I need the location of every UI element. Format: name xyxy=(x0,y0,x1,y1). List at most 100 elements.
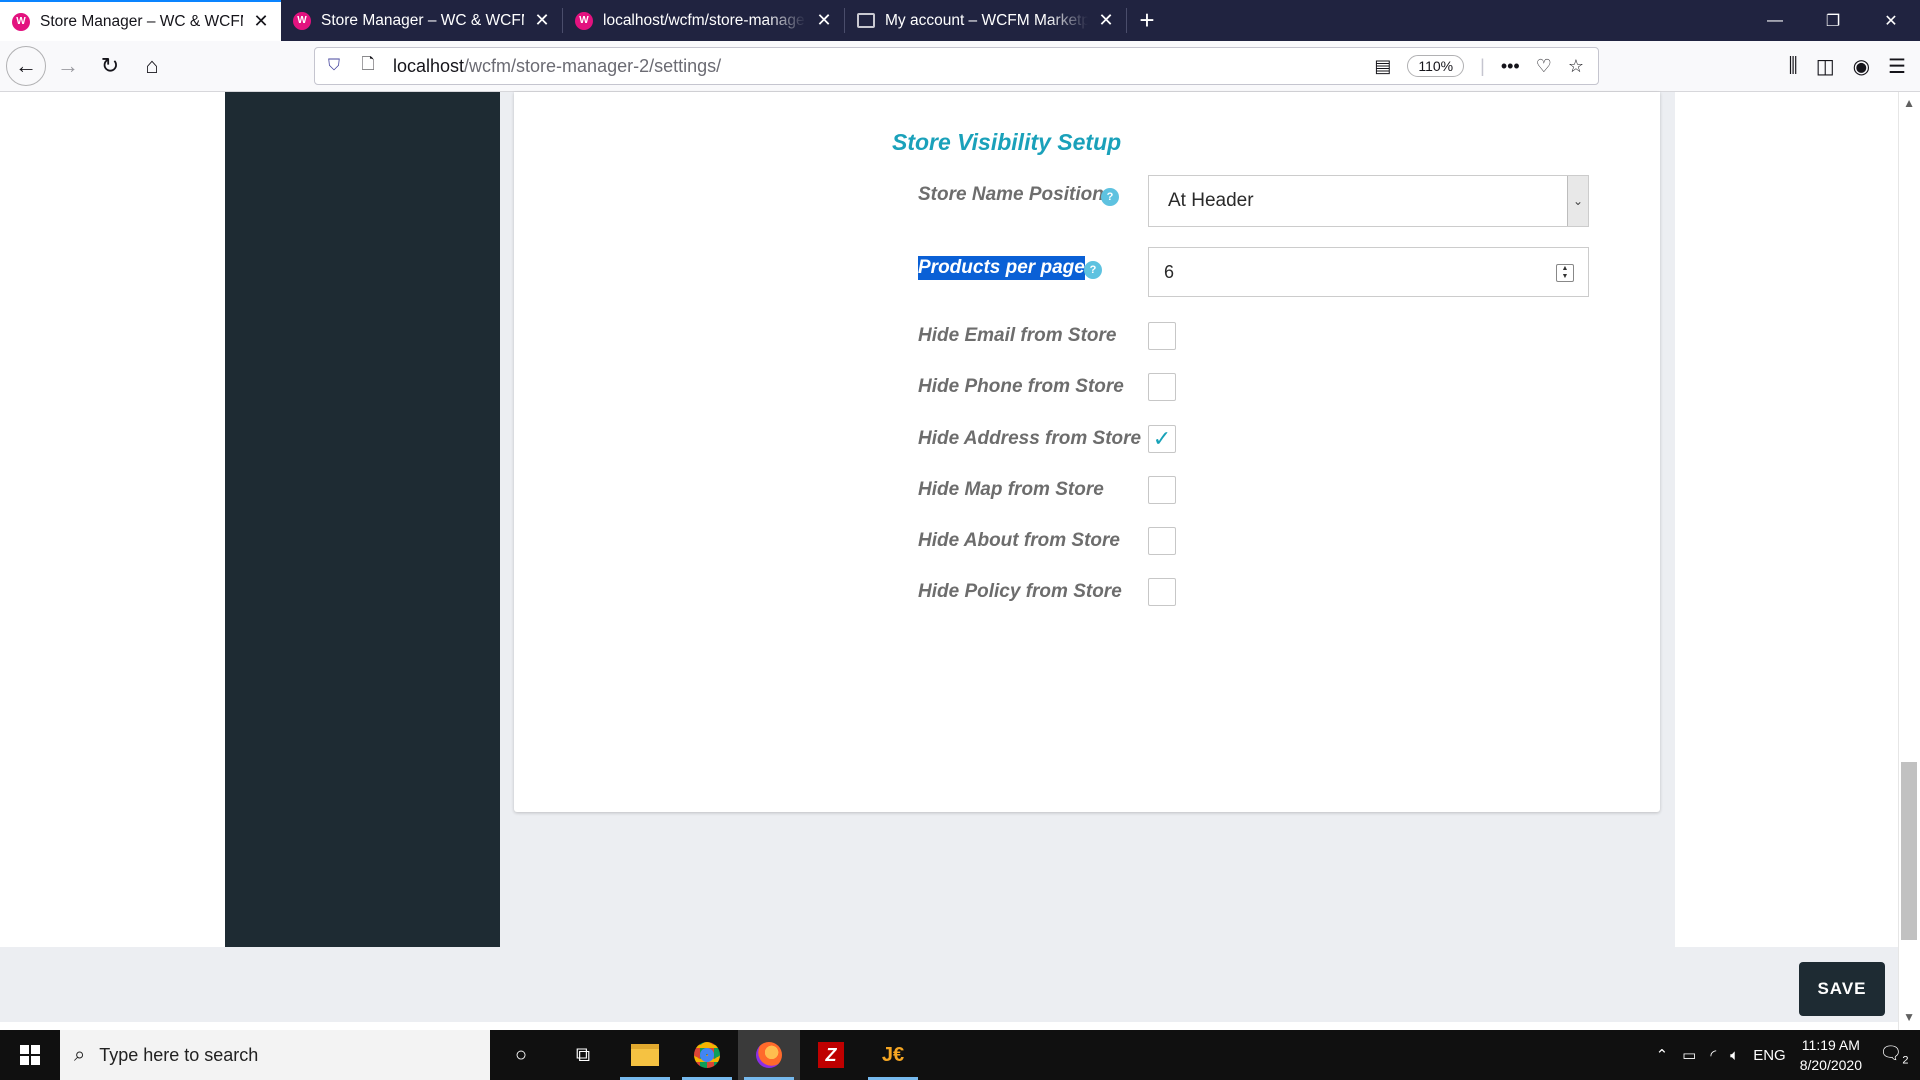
sidebar-toggle-icon[interactable]: ◫ xyxy=(1816,54,1835,79)
hide-map-label: Hide Map from Store xyxy=(918,479,1104,500)
home-icon[interactable]: ⌂ xyxy=(132,46,172,86)
save-button[interactable]: SAVE xyxy=(1799,962,1885,1016)
tab-store-manager-2[interactable]: W Store Manager – WC & WCFM ✕ xyxy=(281,0,562,41)
minimize-icon[interactable]: — xyxy=(1746,0,1804,41)
store-name-position-label: Store Name Position xyxy=(918,184,1104,205)
wcfm-sidebar xyxy=(225,92,500,947)
wcfm-favicon-icon: W xyxy=(575,11,593,30)
search-placeholder: Type here to search xyxy=(99,1044,259,1065)
chrome-logo xyxy=(694,1042,720,1068)
web-page: Store Visibility Setup Store Name Positi… xyxy=(0,92,1920,1030)
hide-phone-label: Hide Phone from Store xyxy=(918,376,1124,397)
zoom-level[interactable]: 110% xyxy=(1407,55,1465,77)
forward-arrow-icon[interactable]: → xyxy=(48,46,88,86)
menu-hamburger-icon[interactable]: ☰ xyxy=(1888,54,1906,79)
wifi-icon[interactable]: ◜ xyxy=(1710,1046,1716,1064)
shield-icon[interactable]: ⛉ xyxy=(325,57,343,75)
chrome-icon[interactable] xyxy=(676,1030,738,1080)
page-icon[interactable]: 🗋 xyxy=(359,53,377,80)
language-indicator[interactable]: ENG xyxy=(1753,1047,1786,1064)
url-bar-actions: ▤ 110% | ••• ♡ ☆ xyxy=(1374,55,1598,77)
reader-view-icon[interactable]: ▤ xyxy=(1374,56,1391,77)
close-tab-icon[interactable]: ✕ xyxy=(532,10,552,31)
pocket-icon[interactable]: ♡ xyxy=(1536,56,1552,77)
clock-date: 8/20/2020 xyxy=(1799,1057,1862,1073)
cortana-icon[interactable]: ○ xyxy=(490,1030,552,1080)
hide-address-checkbox[interactable]: ✓ xyxy=(1148,425,1176,453)
url-host: localhost xyxy=(393,55,465,76)
notifications-icon[interactable]: 🗨2 xyxy=(1876,1043,1912,1067)
library-icon[interactable]: ⫼ xyxy=(1789,55,1798,78)
browser-tab-bar: W Store Manager – WC & WCFM ✕ W Store Ma… xyxy=(0,0,1920,41)
close-window-icon[interactable]: ✕ xyxy=(1862,0,1920,41)
monitor-favicon-icon xyxy=(857,13,875,28)
close-tab-icon[interactable]: ✕ xyxy=(1096,10,1116,31)
taskbar-search-box[interactable]: ⌕ Type here to search xyxy=(60,1030,490,1080)
tab-label: Store Manager – WC & WCFM xyxy=(321,11,524,29)
hide-phone-checkbox[interactable] xyxy=(1148,373,1176,401)
folder-shape xyxy=(631,1044,659,1066)
browser-toolbar-right: ⫼ ◫ ◉ ☰ xyxy=(1789,41,1920,92)
clock-time: 11:19 AM xyxy=(1801,1037,1860,1053)
reload-icon[interactable]: ↻ xyxy=(90,46,130,86)
page-actions-icon[interactable]: ••• xyxy=(1501,56,1520,77)
search-icon: ⌕ xyxy=(74,1043,86,1066)
tab-label: localhost/wcfm/store-manager xyxy=(603,11,806,29)
tab-label: Store Manager – WC & WCFM xyxy=(40,12,243,30)
hide-policy-label: Hide Policy from Store xyxy=(918,581,1122,602)
tab-store-manager-1[interactable]: W Store Manager – WC & WCFM ✕ xyxy=(0,0,281,41)
task-view-icon[interactable]: ⧉ xyxy=(552,1030,614,1080)
chevron-down-icon[interactable]: ⌄ xyxy=(1567,176,1588,226)
firefox-icon[interactable] xyxy=(738,1030,800,1080)
account-icon[interactable]: ◉ xyxy=(1853,54,1870,79)
hide-policy-checkbox[interactable] xyxy=(1148,578,1176,606)
hide-email-label: Hide Email from Store xyxy=(918,325,1117,346)
bookmark-star-icon[interactable]: ☆ xyxy=(1568,56,1584,77)
volume-muted-icon[interactable]: 🔈︎ xyxy=(1730,1047,1739,1064)
page-scrollbar[interactable]: ▲ ▼ xyxy=(1898,92,1920,1030)
taskbar-clock[interactable]: 11:19 AM 8/20/2020 xyxy=(1800,1035,1862,1075)
number-spinner-icon[interactable]: ▲ ▼ xyxy=(1556,264,1574,282)
scroll-up-icon[interactable]: ▲ xyxy=(1903,96,1915,110)
url-path: /wcfm/store-manager-2/settings/ xyxy=(464,55,722,76)
jetbrains-icon[interactable]: J€ xyxy=(862,1030,924,1080)
close-tab-icon[interactable]: ✕ xyxy=(814,10,834,31)
firefox-logo xyxy=(756,1042,782,1068)
tab-label: My account – WCFM Marketpla xyxy=(885,11,1088,29)
hide-about-label: Hide About from Store xyxy=(918,530,1120,551)
wcfm-favicon-icon: W xyxy=(12,12,30,31)
store-name-position-select[interactable]: At Header ⌄ xyxy=(1148,175,1589,227)
scrollbar-thumb[interactable] xyxy=(1901,762,1917,940)
hide-email-checkbox[interactable] xyxy=(1148,322,1176,350)
file-explorer-icon[interactable] xyxy=(614,1030,676,1080)
windows-start-icon[interactable] xyxy=(0,1030,60,1080)
url-divider: | xyxy=(1480,55,1485,76)
products-per-page-label: Products per page xyxy=(918,256,1085,280)
input-value: 6 xyxy=(1164,261,1175,282)
system-tray: ⌃ ▭ ◜ 🔈︎ ENG 11:19 AM 8/20/2020 🗨2 xyxy=(1656,1035,1920,1075)
hide-map-checkbox[interactable] xyxy=(1148,476,1176,504)
url-bar[interactable]: ⛉ 🗋 localhost /wcfm/store-manager-2/sett… xyxy=(314,47,1599,85)
show-hidden-icons-icon[interactable]: ⌃ xyxy=(1656,1046,1669,1064)
help-icon[interactable]: ? xyxy=(1084,261,1102,279)
filezilla-logo: Z xyxy=(818,1042,844,1068)
hide-about-checkbox[interactable] xyxy=(1148,527,1176,555)
tab-my-account[interactable]: My account – WCFM Marketpla ✕ xyxy=(845,0,1126,41)
scroll-down-icon[interactable]: ▼ xyxy=(1903,1010,1915,1024)
new-tab-button[interactable]: + xyxy=(1127,0,1167,41)
save-footer-bar xyxy=(0,947,1898,1022)
close-tab-icon[interactable]: ✕ xyxy=(251,11,271,32)
back-arrow-icon[interactable]: ← xyxy=(6,46,46,86)
tab-localhost[interactable]: W localhost/wcfm/store-manager ✕ xyxy=(563,0,844,41)
help-icon[interactable]: ? xyxy=(1101,188,1119,206)
restore-icon[interactable]: ❐ xyxy=(1804,0,1862,41)
select-value: At Header xyxy=(1168,190,1254,211)
battery-icon[interactable]: ▭ xyxy=(1682,1046,1696,1064)
windows-taskbar: ⌕ Type here to search ○ ⧉ Z J€ ⌃ ▭ ◜ 🔈︎ … xyxy=(0,1030,1920,1080)
notification-count: 2 xyxy=(1902,1054,1909,1067)
products-per-page-input[interactable]: 6 ▲ ▼ xyxy=(1148,247,1589,297)
filezilla-icon[interactable]: Z xyxy=(800,1030,862,1080)
window-controls: — ❐ ✕ xyxy=(1746,0,1920,41)
checkmark-icon: ✓ xyxy=(1152,426,1172,451)
wcfm-favicon-icon: W xyxy=(293,11,311,30)
